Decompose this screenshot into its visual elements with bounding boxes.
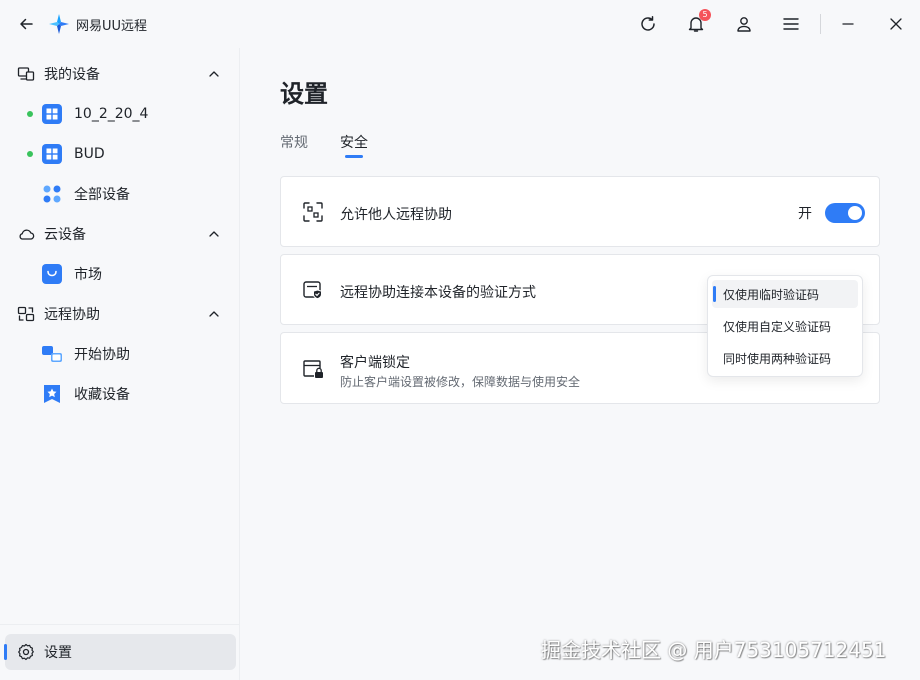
tab-general[interactable]: 常规 [280, 132, 308, 152]
sidebar-group-label: 云设备 [44, 227, 86, 243]
user-account-icon[interactable] [732, 12, 756, 36]
shield-card-icon [301, 278, 325, 302]
app-logo-icon [48, 13, 70, 35]
sidebar-item-label: 收藏设备 [74, 387, 130, 403]
chevron-up-icon[interactable] [206, 66, 222, 82]
sidebar-group-my-devices[interactable]: 我的设备 [0, 54, 240, 94]
dropdown-option-label: 同时使用两种验证码 [723, 351, 832, 366]
start-assist-icon [42, 344, 62, 364]
sidebar-item-all-devices[interactable]: 全部设备 [0, 174, 240, 214]
devices-icon [17, 65, 35, 83]
sidebar: 我的设备 10_2_20_4 BUD 全部设备 云设备 市场 远程协助 开始协助… [0, 48, 240, 680]
allow-remote-assist-toggle[interactable] [825, 203, 865, 223]
remote-assist-icon [17, 305, 35, 323]
app-title: 网易UU远程 [76, 19, 148, 34]
windows-icon [42, 144, 62, 164]
card-title: 远程协助连接本设备的验证方式 [340, 285, 536, 301]
close-icon[interactable] [884, 12, 908, 36]
tab-security[interactable]: 安全 [340, 132, 368, 152]
windows-icon [42, 104, 62, 124]
cloud-icon [17, 225, 35, 243]
page-title: 设置 [280, 80, 328, 108]
dropdown-option-both-codes[interactable]: 同时使用两种验证码 [712, 344, 858, 372]
online-status-dot [27, 151, 33, 157]
card-title: 允许他人远程协助 [340, 207, 452, 223]
dropdown-option-custom-code[interactable]: 仅使用自定义验证码 [712, 312, 858, 340]
sidebar-item-label: 全部设备 [74, 187, 130, 203]
toggle-knob [848, 206, 862, 220]
dropdown-option-label: 仅使用临时验证码 [723, 287, 820, 302]
notification-badge: 5 [699, 9, 711, 21]
sidebar-group-cloud-devices[interactable]: 云设备 [0, 214, 240, 254]
toggle-state-label: 开 [798, 206, 812, 222]
selected-indicator [713, 286, 716, 302]
settings-label: 设置 [44, 645, 72, 661]
sidebar-item-market[interactable]: 市场 [0, 254, 240, 294]
chevron-up-icon[interactable] [206, 226, 222, 242]
watermark-text: 掘金技术社区 @ 用户753105712451 [541, 638, 887, 662]
sidebar-group-remote-assist[interactable]: 远程协助 [0, 294, 240, 334]
refresh-icon[interactable] [636, 12, 660, 36]
sidebar-item-settings[interactable]: 设置 [4, 634, 236, 670]
lock-window-icon [301, 357, 325, 381]
sidebar-item-label: 市场 [74, 267, 102, 283]
active-tab-indicator [345, 155, 363, 158]
main-content: 设置 常规 安全 允许他人远程协助 开 远程协助连接本设备的验证方式 客户端锁定… [241, 48, 920, 680]
sidebar-item-label: 10_2_20_4 [74, 106, 149, 122]
card-title: 客户端锁定 [340, 355, 410, 371]
sidebar-group-label: 我的设备 [44, 67, 100, 83]
back-arrow-icon[interactable] [14, 12, 38, 36]
online-status-dot [27, 111, 33, 117]
chevron-up-icon[interactable] [206, 306, 222, 322]
active-indicator [4, 644, 7, 660]
title-bar: 网易UU远程 5 [0, 0, 920, 48]
sidebar-item-favorite-devices[interactable]: 收藏设备 [0, 374, 240, 414]
sidebar-divider [0, 624, 240, 625]
titlebar-divider [820, 14, 821, 34]
sidebar-item-start-assist[interactable]: 开始协助 [0, 334, 240, 374]
gear-icon [17, 643, 35, 661]
card-subtitle: 防止客户端设置被修改，保障数据与使用安全 [340, 375, 581, 389]
minimize-icon[interactable] [836, 12, 860, 36]
dropdown-option-temp-code[interactable]: 仅使用临时验证码 [712, 280, 858, 308]
shopping-bag-icon [42, 264, 62, 284]
scan-frame-icon [301, 200, 325, 224]
menu-icon[interactable] [779, 12, 803, 36]
star-bookmark-icon [42, 384, 62, 404]
all-devices-icon [42, 184, 62, 204]
notification-bell-icon[interactable]: 5 [684, 9, 711, 36]
sidebar-item-device-bud[interactable]: BUD [0, 134, 240, 174]
sidebar-group-label: 远程协助 [44, 307, 100, 323]
allow-remote-assist-card: 允许他人远程协助 开 [280, 176, 880, 247]
sidebar-item-device-10-2-20-4[interactable]: 10_2_20_4 [0, 94, 240, 134]
sidebar-item-label: BUD [74, 146, 105, 162]
dropdown-option-label: 仅使用自定义验证码 [723, 319, 832, 334]
sidebar-item-label: 开始协助 [74, 347, 130, 363]
verification-method-dropdown: 仅使用临时验证码 仅使用自定义验证码 同时使用两种验证码 [707, 275, 863, 377]
